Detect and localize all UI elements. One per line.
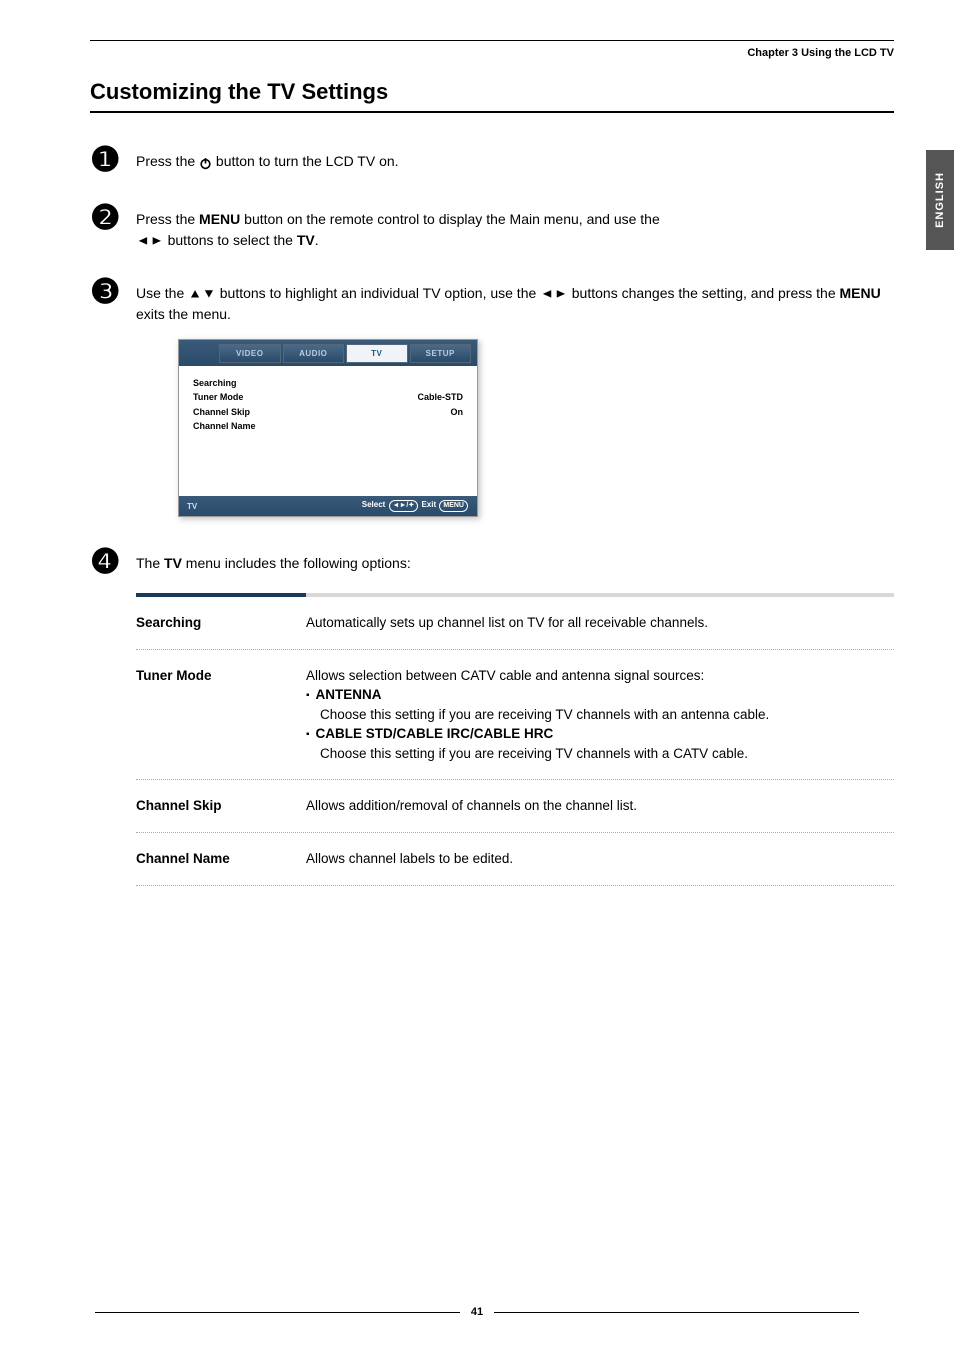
osd-value: Cable-STD [417, 390, 463, 404]
opt-row-channel-skip: Channel Skip Allows addition/removal of … [136, 780, 894, 833]
s4-t1: The [136, 555, 164, 571]
step-number-1: ❶ [90, 143, 136, 177]
bullet-head: ANTENNA [316, 687, 382, 702]
opt-desc: Allows selection between CATV cable and … [306, 666, 894, 764]
osd-tabs: VIDEO AUDIO TV SETUP [179, 340, 477, 366]
opt-name: Tuner Mode [136, 666, 306, 764]
osd-value: On [451, 405, 464, 419]
osd-label: Channel Skip [193, 405, 250, 419]
bullet-antenna-body: Choose this setting if you are receiving… [320, 705, 894, 725]
left-right-arrows-icon-2: ◄► [540, 284, 568, 303]
opt-row-channel-name: Channel Name Allows channel labels to be… [136, 833, 894, 886]
up-down-arrows-icon: ▲▼ [188, 284, 216, 303]
opt-desc: Automatically sets up channel list on TV… [306, 613, 894, 633]
step1-text-after: button to turn the LCD TV on. [216, 153, 399, 169]
footer-rule-left [95, 1312, 460, 1313]
step-3: ❸ Use the ▲▼ buttons to highlight an ind… [90, 275, 894, 325]
opt-name: Channel Skip [136, 796, 306, 816]
s3-t1: Use the [136, 285, 188, 301]
osd-footer-select: Select [362, 500, 386, 509]
osd-menu-pill: MENU [439, 500, 468, 512]
step-4: ❹ The TV menu includes the following opt… [90, 545, 894, 579]
options-table: Searching Automatically sets up channel … [136, 593, 894, 886]
osd-row-channel-skip: Channel Skip On [193, 405, 463, 419]
s2-menu: MENU [199, 211, 240, 227]
opt-intro: Allows selection between CATV cable and … [306, 668, 704, 683]
step-number-3: ❸ [90, 275, 136, 309]
step-2: ❷ Press the MENU button on the remote co… [90, 201, 894, 251]
s2-t1: Press the [136, 211, 199, 227]
step1-text-before: Press the [136, 153, 199, 169]
osd-footer-right: Select ◄►/✦ Exit MENU [362, 500, 469, 512]
step-3-body: Use the ▲▼ buttons to highlight an indiv… [136, 275, 894, 325]
s3-t4: exits the menu. [136, 306, 231, 322]
osd-row-tuner-mode: Tuner Mode Cable-STD [193, 390, 463, 404]
osd-label: Searching [193, 376, 237, 390]
options-header-bar [136, 593, 894, 597]
step-number-2: ❷ [90, 201, 136, 235]
page-number-footer: 41 [0, 1306, 954, 1318]
osd-footer-exit: Exit [421, 500, 436, 509]
opt-desc: Allows channel labels to be edited. [306, 849, 894, 869]
osd-footer-left: TV [187, 502, 197, 511]
step-2-body: Press the MENU button on the remote cont… [136, 201, 894, 251]
power-icon [199, 155, 212, 168]
osd-label: Channel Name [193, 419, 256, 433]
step-4-body: The TV menu includes the following optio… [136, 545, 894, 574]
opt-row-searching: Searching Automatically sets up channel … [136, 597, 894, 650]
opt-name: Searching [136, 613, 306, 633]
osd-footer: TV Select ◄►/✦ Exit MENU [179, 496, 477, 516]
osd-tab-video: VIDEO [219, 344, 281, 363]
s3-menu: MENU [840, 285, 881, 301]
osd-row-searching: Searching [193, 376, 463, 390]
step-1-body: Press the button to turn the LCD TV on. [136, 143, 894, 172]
step-number-4: ❹ [90, 545, 136, 579]
osd-tab-tv: TV [346, 344, 408, 363]
opt-name: Channel Name [136, 849, 306, 869]
osd-row-channel-name: Channel Name [193, 419, 463, 433]
osd-tab-setup: SETUP [410, 344, 472, 363]
title-rule [90, 111, 894, 113]
s2-t2: button on the remote control to display … [240, 211, 659, 227]
header-bar-navy [136, 593, 306, 597]
bullet-cable-body: Choose this setting if you are receiving… [320, 744, 894, 764]
s4-t2: menu includes the following options: [182, 555, 411, 571]
opt-row-tuner-mode: Tuner Mode Allows selection between CATV… [136, 650, 894, 781]
header-bar-grey [306, 593, 894, 597]
bullet-cable: CABLE STD/CABLE IRC/CABLE HRC [306, 724, 894, 744]
bullet-head: CABLE STD/CABLE IRC/CABLE HRC [316, 726, 554, 741]
page-title: Customizing the TV Settings [90, 79, 894, 105]
osd-body: Searching Tuner Mode Cable-STD Channel Sk… [179, 366, 477, 496]
opt-desc: Allows addition/removal of channels on t… [306, 796, 894, 816]
footer-rule-right [494, 1312, 859, 1313]
s2-t4: . [315, 232, 319, 248]
osd-label: Tuner Mode [193, 390, 243, 404]
osd-tab-audio: AUDIO [283, 344, 345, 363]
step-1: ❶ Press the button to turn the LCD TV on… [90, 143, 894, 177]
s3-t2: buttons to highlight an individual TV op… [216, 285, 540, 301]
s4-tv: TV [164, 555, 182, 571]
s3-t3: buttons changes the setting, and press t… [568, 285, 840, 301]
header-rule [90, 40, 894, 41]
s2-tv: TV [297, 232, 315, 248]
osd-nav-pill: ◄►/✦ [389, 500, 419, 512]
chapter-label: Chapter 3 Using the LCD TV [90, 47, 894, 59]
bullet-antenna: ANTENNA [306, 685, 894, 705]
left-right-arrows-icon: ◄► [136, 231, 164, 250]
s2-t3: buttons to select the [164, 232, 297, 248]
page-number: 41 [471, 1306, 483, 1318]
osd-screenshot: VIDEO AUDIO TV SETUP Searching Tuner Mod… [178, 339, 894, 517]
